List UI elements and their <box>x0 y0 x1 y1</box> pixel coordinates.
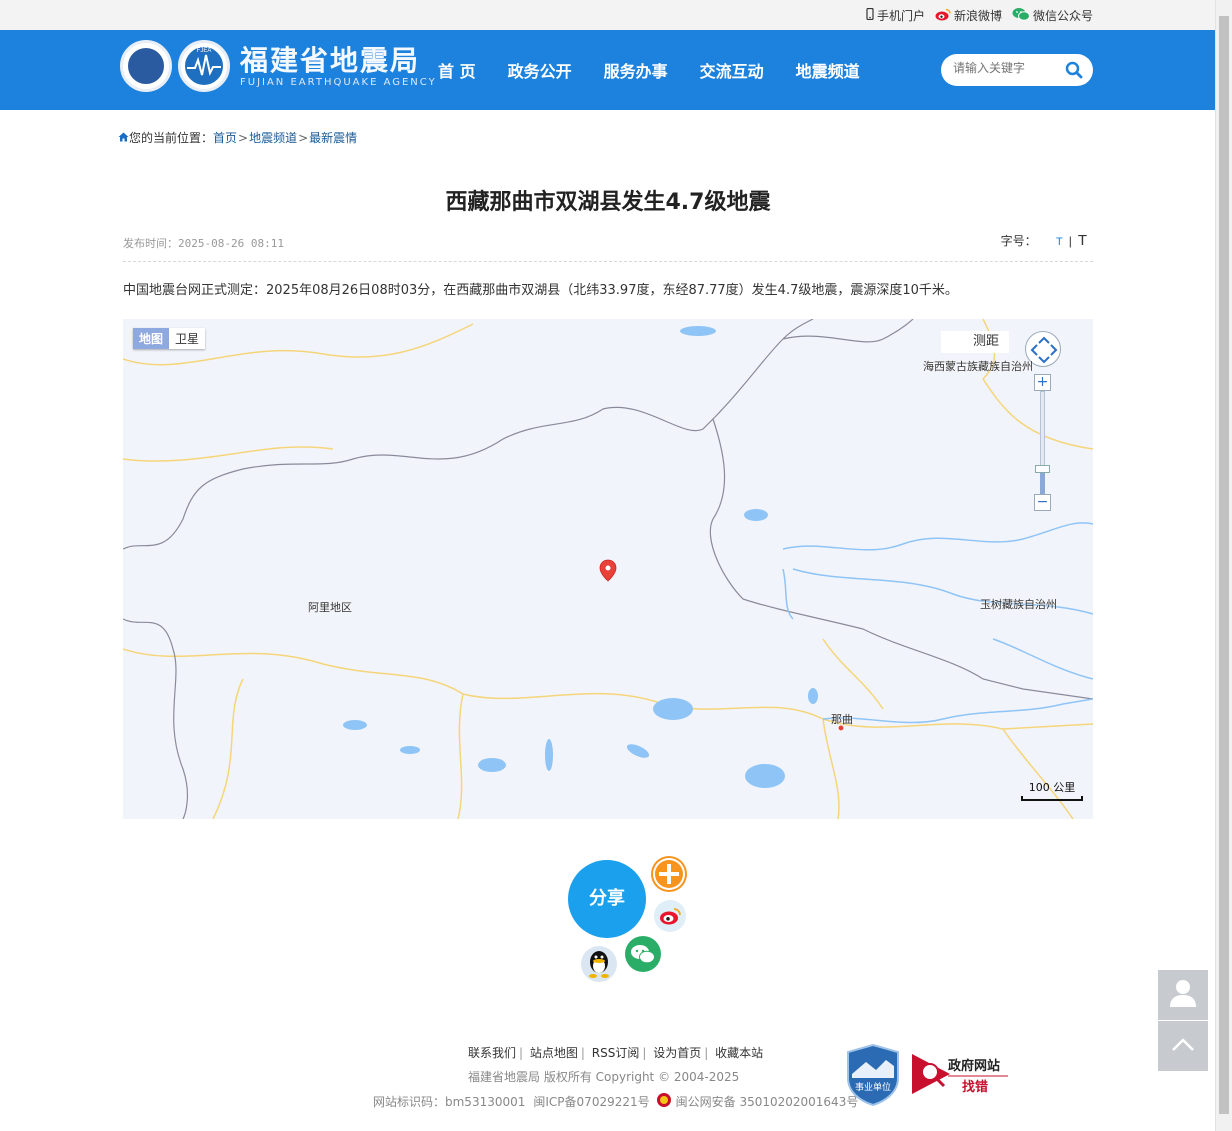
map-scale: 100 公里 <box>1021 779 1083 801</box>
footer-link-set-homepage[interactable]: 设为首页 <box>653 1046 701 1060</box>
home-icon <box>118 131 129 145</box>
search-icon[interactable] <box>1065 61 1083 79</box>
error-report-label: 找错 <box>962 1079 988 1095</box>
qq-share-icon[interactable] <box>581 946 617 982</box>
weibo-icon <box>935 8 951 24</box>
fjea-badge-text: FJEA <box>197 48 212 54</box>
nav-earthquake-channel[interactable]: 地震频道 <box>796 58 860 82</box>
map-canvas <box>123 319 1093 819</box>
footer-icp[interactable]: 闽ICP备07029221号 <box>533 1093 649 1110</box>
earthquake-map[interactable]: 地图 卫星 测距 + − 海西蒙古族藏族自治州 玉树藏族自治州 阿里地区 那曲 … <box>123 319 1093 819</box>
map-type-map-button[interactable]: 地图 <box>133 328 170 349</box>
user-center-button[interactable] <box>1158 970 1208 1020</box>
wechat-icon <box>1012 7 1030 24</box>
plus-icon[interactable] <box>651 856 687 892</box>
map-label-ali: 阿里地区 <box>308 601 352 614</box>
font-large-button[interactable]: T <box>1078 232 1087 249</box>
wechat-share-icon[interactable] <box>625 936 661 972</box>
fjea-emblem-icon: FJEA <box>178 40 230 92</box>
map-label-naqu: 那曲 <box>831 713 853 726</box>
zoom-in-button[interactable]: + <box>1034 374 1051 391</box>
font-size-label: 字号： <box>1000 234 1037 248</box>
font-size-controls: 字号： T | T <box>1000 232 1087 249</box>
map-type-switcher: 地图 卫星 <box>133 328 206 349</box>
article-meta: 发布时间：2025-08-26 08:11 字号： T | T <box>123 230 1093 262</box>
agency-emblem-icon <box>120 40 172 92</box>
article-body: 中国地震台网正式测定：2025年08月26日08时03分，在西藏那曲市双湖县（北… <box>123 283 958 298</box>
logo-subtitle: FUJIAN EARTHQUAKE AGENCY <box>240 76 437 88</box>
mobile-portal-link[interactable]: 手机门户 <box>866 7 925 24</box>
footer-copyright: 福建省地震局 版权所有 Copyright © 2004-2025 <box>468 1070 740 1084</box>
breadcrumb-separator: > <box>238 130 249 145</box>
site-logo[interactable]: FJEA 福建省地震局 FUJIAN EARTHQUAKE AGENCY <box>120 40 437 92</box>
wechat-label: 微信公众号 <box>1032 9 1093 23</box>
chevron-up-icon <box>1171 1037 1195 1056</box>
breadcrumb-prefix: 您的当前位置： <box>129 131 214 145</box>
top-links: 手机门户 新浪微博 微信公众号 <box>866 7 1093 24</box>
nav-government-affairs[interactable]: 政务公开 <box>508 58 572 82</box>
footer-link-bookmark[interactable]: 收藏本站 <box>715 1046 763 1060</box>
weibo-label: 新浪微博 <box>953 9 1002 23</box>
article-title: 西藏那曲市双湖县发生4.7级地震 <box>445 190 771 215</box>
footer-link-rss[interactable]: RSS订阅 <box>592 1046 640 1060</box>
main-nav: 首 页 政务公开 服务办事 交流互动 地震频道 <box>438 30 860 110</box>
header: FJEA 福建省地震局 FUJIAN EARTHQUAKE AGENCY 首 页… <box>0 30 1215 110</box>
footer-link-contact[interactable]: 联系我们 <box>468 1046 516 1060</box>
nav-services[interactable]: 服务办事 <box>604 58 668 82</box>
logo-text: 福建省地震局 FUJIAN EARTHQUAKE AGENCY <box>240 43 437 88</box>
gov-site-label: 政府网站 <box>948 1058 1000 1074</box>
badge-label: 事业单位 <box>855 1081 891 1093</box>
search-box <box>941 54 1093 86</box>
nav-interaction[interactable]: 交流互动 <box>700 58 764 82</box>
page-scrollbar[interactable] <box>1215 0 1232 1131</box>
footer-police[interactable]: 闽公网安备 35010202001643号 <box>676 1093 859 1110</box>
map-label-haixi: 海西蒙古族藏族自治州 <box>923 360 1033 373</box>
nav-home[interactable]: 首 页 <box>438 58 476 82</box>
breadcrumb-separator: > <box>298 130 309 145</box>
logo-title: 福建省地震局 <box>240 43 421 77</box>
mobile-portal-label: 手机门户 <box>876 9 925 23</box>
zoom-out-button[interactable]: − <box>1034 494 1051 511</box>
police-badge-icon <box>656 1092 672 1111</box>
footer-link-sitemap[interactable]: 站点地图 <box>530 1046 578 1060</box>
footer-site-id: 网站标识码：bm53130001 <box>373 1095 526 1109</box>
share-button[interactable]: 分享 <box>568 860 646 938</box>
breadcrumb-home[interactable]: 首页 <box>213 129 237 146</box>
user-icon <box>1169 978 1197 1012</box>
scrollbar-thumb[interactable] <box>1219 16 1229 1114</box>
zoom-slider-handle[interactable] <box>1035 465 1050 473</box>
gov-site-error-report[interactable]: 政府网站 找错 <box>910 1052 1010 1096</box>
footer-registration: 网站标识码：bm53130001 闽ICP备07029221号 闽公网安备 35… <box>373 1092 858 1111</box>
font-small-button[interactable]: T <box>1056 236 1063 248</box>
publish-time: 发布时间：2025-08-26 08:11 <box>123 237 284 250</box>
top-bar: 手机门户 新浪微博 微信公众号 <box>0 0 1215 30</box>
map-scale-label: 100 公里 <box>1028 781 1076 794</box>
breadcrumb-latest[interactable]: 最新震情 <box>309 129 357 146</box>
wechat-link[interactable]: 微信公众号 <box>1012 7 1093 24</box>
breadcrumb: 您的当前位置： 首页 > 地震频道 > 最新震情 <box>118 129 357 146</box>
weibo-link[interactable]: 新浪微博 <box>935 7 1002 24</box>
footer-links: 联系我们 | 站点地图 | RSS订阅 | 设为首页 | 收藏本站 <box>468 1046 764 1060</box>
breadcrumb-earthquake-channel[interactable]: 地震频道 <box>249 129 297 146</box>
search-input[interactable] <box>953 61 1063 75</box>
weibo-share-icon[interactable] <box>654 900 686 932</box>
epicenter-marker-icon[interactable] <box>599 559 617 582</box>
map-label-yushu: 玉树藏族自治州 <box>980 598 1057 611</box>
map-type-satellite-button[interactable]: 卫星 <box>169 328 206 349</box>
back-to-top-button[interactable] <box>1158 1021 1208 1071</box>
phone-icon <box>866 7 874 23</box>
measure-distance-button[interactable]: 测距 <box>941 331 1009 353</box>
public-institution-badge[interactable]: 事业单位 <box>846 1043 900 1107</box>
